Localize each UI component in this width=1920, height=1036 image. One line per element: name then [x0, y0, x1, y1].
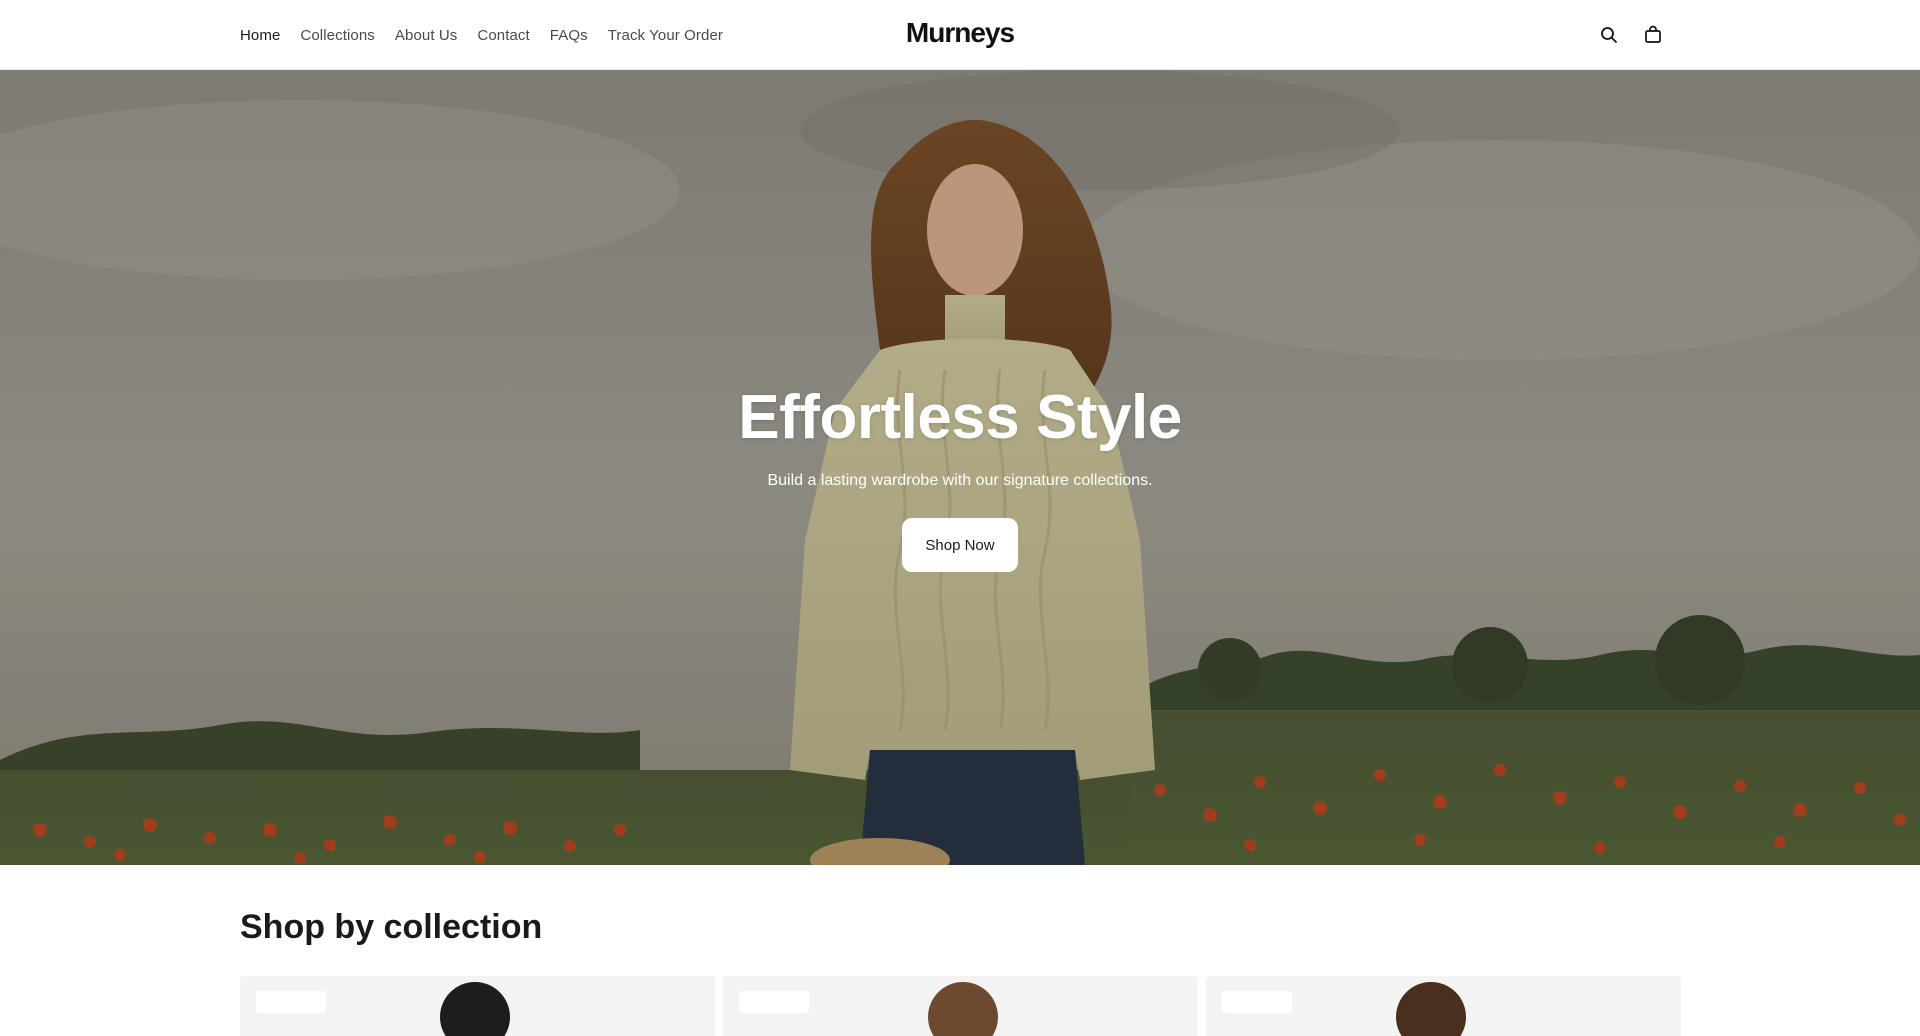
nav-faqs[interactable]: FAQs: [550, 27, 588, 44]
collection-card-image: [440, 982, 510, 1036]
main-nav: Home Collections About Us Contact FAQs T…: [240, 0, 723, 70]
collection-card-tag: [739, 991, 809, 1013]
collection-card-image: [928, 982, 998, 1036]
nav-collections[interactable]: Collections: [300, 27, 374, 44]
hero-banner: Effortless Style Build a lasting wardrob…: [0, 70, 1920, 865]
collection-card-tag: [1222, 991, 1292, 1013]
collection-cards: [240, 976, 1681, 1036]
shopping-bag-icon[interactable]: [1640, 22, 1666, 48]
brand-logo[interactable]: Murneys: [906, 17, 1015, 48]
collection-card[interactable]: [723, 976, 1198, 1036]
shop-now-button[interactable]: Shop Now: [902, 518, 1018, 572]
collection-card[interactable]: [240, 976, 715, 1036]
collection-card-image: [1396, 982, 1466, 1036]
collections-heading: Shop by collection: [240, 908, 543, 946]
nav-home[interactable]: Home: [240, 27, 280, 44]
site-header: Home Collections About Us Contact FAQs T…: [0, 0, 1920, 70]
nav-track-order[interactable]: Track Your Order: [608, 27, 723, 44]
collection-card-tag: [256, 991, 326, 1013]
hero-title: Effortless Style: [738, 383, 1182, 452]
nav-contact[interactable]: Contact: [477, 27, 529, 44]
collection-card[interactable]: [1206, 976, 1681, 1036]
search-icon[interactable]: [1596, 22, 1622, 48]
header-icons: [1596, 22, 1666, 48]
hero-subtitle: Build a lasting wardrobe with our signat…: [767, 472, 1153, 489]
nav-about-us[interactable]: About Us: [395, 27, 458, 44]
hero-content: Effortless Style Build a lasting wardrob…: [0, 70, 1920, 865]
